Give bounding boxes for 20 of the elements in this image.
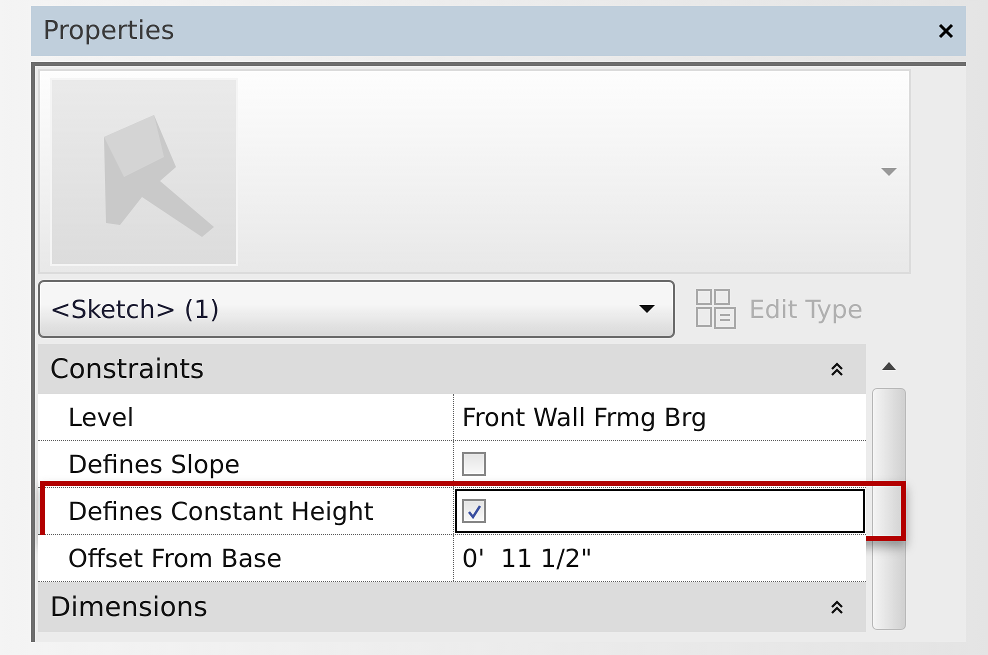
property-value[interactable]: 0' 11 1/2": [454, 535, 866, 581]
category-title: Constraints: [50, 354, 204, 384]
check-icon: [466, 503, 482, 519]
edit-type-icon: [695, 288, 737, 330]
checkbox[interactable]: [462, 452, 486, 476]
type-selector[interactable]: <Sketch> (1): [38, 280, 675, 338]
caret-icon[interactable]: [881, 168, 897, 176]
property-name: Level: [38, 394, 454, 440]
property-value[interactable]: Front Wall Frmg Brg: [454, 394, 866, 440]
property-name: Defines Constant Height: [38, 488, 454, 534]
collapse-icon[interactable]: [830, 600, 844, 614]
category-title: Dimensions: [50, 592, 208, 622]
close-icon[interactable]: [938, 23, 954, 39]
caret-icon: [639, 305, 655, 313]
checkbox[interactable]: [462, 499, 486, 523]
panel-title: Properties: [43, 16, 174, 46]
scrollbar-thumb[interactable]: [872, 388, 906, 630]
collapse-icon[interactable]: [830, 362, 844, 376]
scroll-up-icon[interactable]: [882, 362, 896, 370]
property-name: Offset From Base: [38, 535, 454, 581]
